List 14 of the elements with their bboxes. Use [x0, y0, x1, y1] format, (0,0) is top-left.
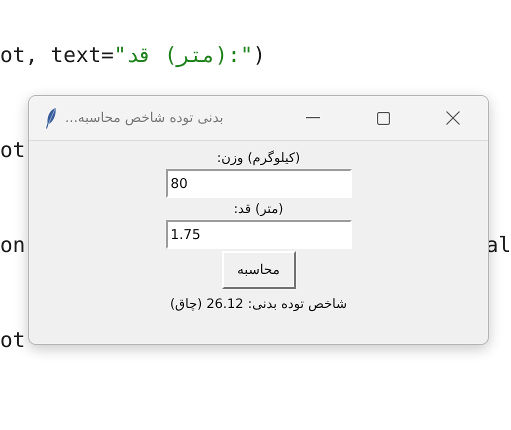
result-text: شاخص توده بدنی: 26.12 (چاق): [170, 296, 347, 314]
feather-icon: [45, 107, 57, 129]
field-label: (کیلوگرم) وزن:: [216, 150, 300, 168]
input-field[interactable]: 80: [166, 169, 352, 198]
window-title: بدنی توده شاخص محاسبه...: [65, 110, 224, 126]
input-field[interactable]: 1.75: [166, 220, 352, 249]
close-icon[interactable]: [446, 111, 460, 125]
minimize-icon[interactable]: [306, 117, 320, 119]
code-text: ot: [0, 137, 26, 164]
calculate-button[interactable]: محاسبه: [222, 251, 296, 289]
maximize-icon[interactable]: [376, 112, 390, 124]
field-label: (متر) قد:: [234, 201, 284, 219]
code-text: on: [0, 232, 26, 259]
code-text: ot: [0, 327, 26, 354]
